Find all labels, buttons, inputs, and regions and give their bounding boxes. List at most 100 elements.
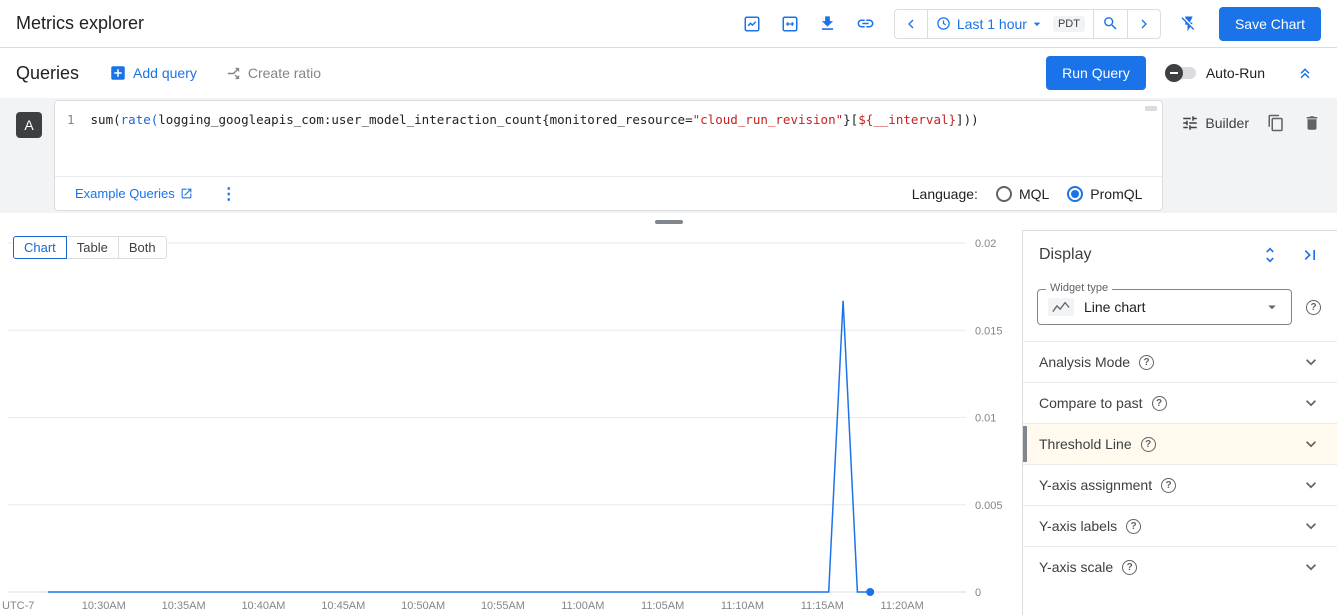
builder-button[interactable]: Builder: [1181, 114, 1249, 132]
chevron-down-icon: [1301, 516, 1321, 536]
help-icon[interactable]: [1122, 560, 1137, 575]
y-axis-label: 0.005: [975, 500, 1003, 512]
query-editor-card: 1 sum(rate(logging_googleapis_com:user_m…: [54, 100, 1163, 211]
code-token: {: [542, 112, 550, 127]
display-section-compare-to-past[interactable]: Compare to past: [1023, 382, 1337, 423]
language-option-label: MQL: [1019, 186, 1049, 202]
resize-handle[interactable]: [655, 220, 683, 224]
display-section-y-axis-labels[interactable]: Y-axis labels: [1023, 505, 1337, 546]
line-chart-icon: [1048, 298, 1074, 316]
unfold-more-icon[interactable]: [1259, 244, 1281, 266]
auto-run-toggle[interactable]: Auto-Run: [1168, 65, 1265, 81]
expand-icon[interactable]: [774, 8, 806, 40]
code-token: rate(: [121, 112, 159, 127]
collapse-queries-icon[interactable]: [1289, 57, 1321, 89]
auto-run-label: Auto-Run: [1206, 65, 1265, 81]
add-query-label: Add query: [133, 65, 197, 81]
run-query-button[interactable]: Run Query: [1046, 56, 1146, 90]
time-back-button[interactable]: [895, 10, 927, 38]
code-token: logging_googleapis_com:user_model_intera…: [158, 112, 542, 127]
clock-icon: [936, 16, 951, 31]
save-chart-button[interactable]: Save Chart: [1219, 7, 1321, 41]
x-axis-label: 11:00AM: [561, 600, 604, 612]
widget-type-value: Line chart: [1084, 299, 1145, 315]
display-section-analysis-mode[interactable]: Analysis Mode: [1023, 341, 1337, 382]
toggle-thumb-icon: [1165, 64, 1183, 82]
editor-scrollbar[interactable]: [1145, 106, 1157, 111]
link-icon[interactable]: [850, 8, 882, 40]
view-tabs: ChartTableBoth: [13, 236, 167, 259]
section-label: Y-axis assignment: [1039, 477, 1152, 493]
editor-side-actions: Builder: [1181, 98, 1321, 132]
code-token: }: [843, 112, 851, 127]
builder-label: Builder: [1205, 115, 1249, 131]
code-line[interactable]: sum(rate(logging_googleapis_com:user_mod…: [91, 111, 979, 129]
display-title: Display: [1039, 246, 1091, 264]
panel-resize-row: [0, 213, 1337, 230]
chevron-down-icon: [1301, 434, 1321, 454]
section-label: Y-axis scale: [1039, 559, 1113, 575]
help-icon[interactable]: [1161, 478, 1176, 493]
line-chart[interactable]: 00.0050.010.0150.0210:30AM10:35AM10:40AM…: [0, 230, 1022, 615]
code-token: monitored_resource: [550, 112, 685, 127]
chevron-right-icon: [1136, 16, 1152, 32]
query-editor-section: A 1 sum(rate(logging_googleapis_com:user…: [0, 98, 1337, 213]
series-end-marker: [866, 588, 874, 596]
download-icon[interactable]: [812, 8, 844, 40]
x-axis-label: 10:35AM: [162, 600, 206, 612]
delete-icon[interactable]: [1303, 114, 1321, 132]
y-axis-label: 0.02: [975, 238, 996, 250]
time-range-selector[interactable]: Last 1 hour PDT: [927, 10, 1093, 38]
copy-icon[interactable]: [1267, 114, 1285, 132]
time-forward-button[interactable]: [1127, 10, 1160, 38]
code-token: =: [685, 112, 693, 127]
auto-refresh-off-icon[interactable]: [1173, 8, 1205, 40]
display-panel: Display Widget type Line chart: [1022, 230, 1337, 615]
line-number: 1: [67, 111, 75, 129]
view-tab-both[interactable]: Both: [118, 236, 167, 259]
collapse-panel-icon[interactable]: [1299, 244, 1321, 266]
queries-title: Queries: [16, 63, 79, 84]
chevron-down-icon: [1301, 557, 1321, 577]
widget-type-dropdown[interactable]: Widget type Line chart: [1037, 289, 1292, 325]
display-section-y-axis-scale[interactable]: Y-axis scale: [1023, 546, 1337, 587]
help-icon[interactable]: [1139, 355, 1154, 370]
y-axis-label: 0: [975, 587, 981, 599]
section-label: Y-axis labels: [1039, 518, 1117, 534]
help-icon[interactable]: [1152, 396, 1167, 411]
chart-panel: ChartTableBoth 00.0050.010.0150.0210:30A…: [0, 230, 1022, 615]
timezone-label: UTC-7: [2, 600, 34, 612]
time-range-control: Last 1 hour PDT: [894, 9, 1161, 39]
dashboard-icon[interactable]: [736, 8, 768, 40]
display-section-y-axis-assignment[interactable]: Y-axis assignment: [1023, 464, 1337, 505]
display-header-icons: [1259, 244, 1321, 266]
help-icon[interactable]: [1126, 519, 1141, 534]
view-tab-table[interactable]: Table: [66, 236, 119, 259]
timezone-badge: PDT: [1053, 16, 1085, 32]
queries-toolbar: Queries Add query Create ratio Run Query…: [0, 48, 1337, 98]
display-sections: Analysis Mode Compare to pastThreshold Li…: [1023, 341, 1337, 587]
x-axis-label: 10:50AM: [401, 600, 445, 612]
section-label: Analysis Mode: [1039, 354, 1130, 370]
x-axis-label: 10:40AM: [241, 600, 285, 612]
toggle-track-icon: [1168, 67, 1196, 79]
example-queries-link[interactable]: Example Queries: [75, 186, 193, 201]
help-icon[interactable]: [1141, 437, 1156, 452]
editor-footer: Example Queries Language: MQLPromQL: [55, 176, 1162, 210]
create-ratio-button[interactable]: Create ratio: [225, 65, 321, 82]
time-search-button[interactable]: [1093, 10, 1127, 38]
language-option-mql[interactable]: MQL: [996, 186, 1049, 202]
language-option-promql[interactable]: PromQL: [1067, 186, 1142, 202]
metrics-explorer-app: Metrics explorer Last 1 hour: [0, 0, 1337, 615]
code-token: "cloud_run_revision": [693, 112, 844, 127]
add-query-button[interactable]: Add query: [109, 64, 197, 82]
tune-icon: [1181, 114, 1199, 132]
display-section-threshold-line[interactable]: Threshold Line: [1023, 423, 1337, 464]
x-axis-label: 11:10AM: [721, 600, 764, 612]
help-icon[interactable]: [1306, 300, 1321, 315]
more-options-icon[interactable]: [221, 184, 237, 204]
code-editor[interactable]: 1 sum(rate(logging_googleapis_com:user_m…: [55, 101, 1162, 176]
view-tab-chart[interactable]: Chart: [13, 236, 67, 259]
caret-down-icon: [1029, 16, 1045, 32]
header-actions: Last 1 hour PDT Save Chart: [736, 7, 1321, 41]
